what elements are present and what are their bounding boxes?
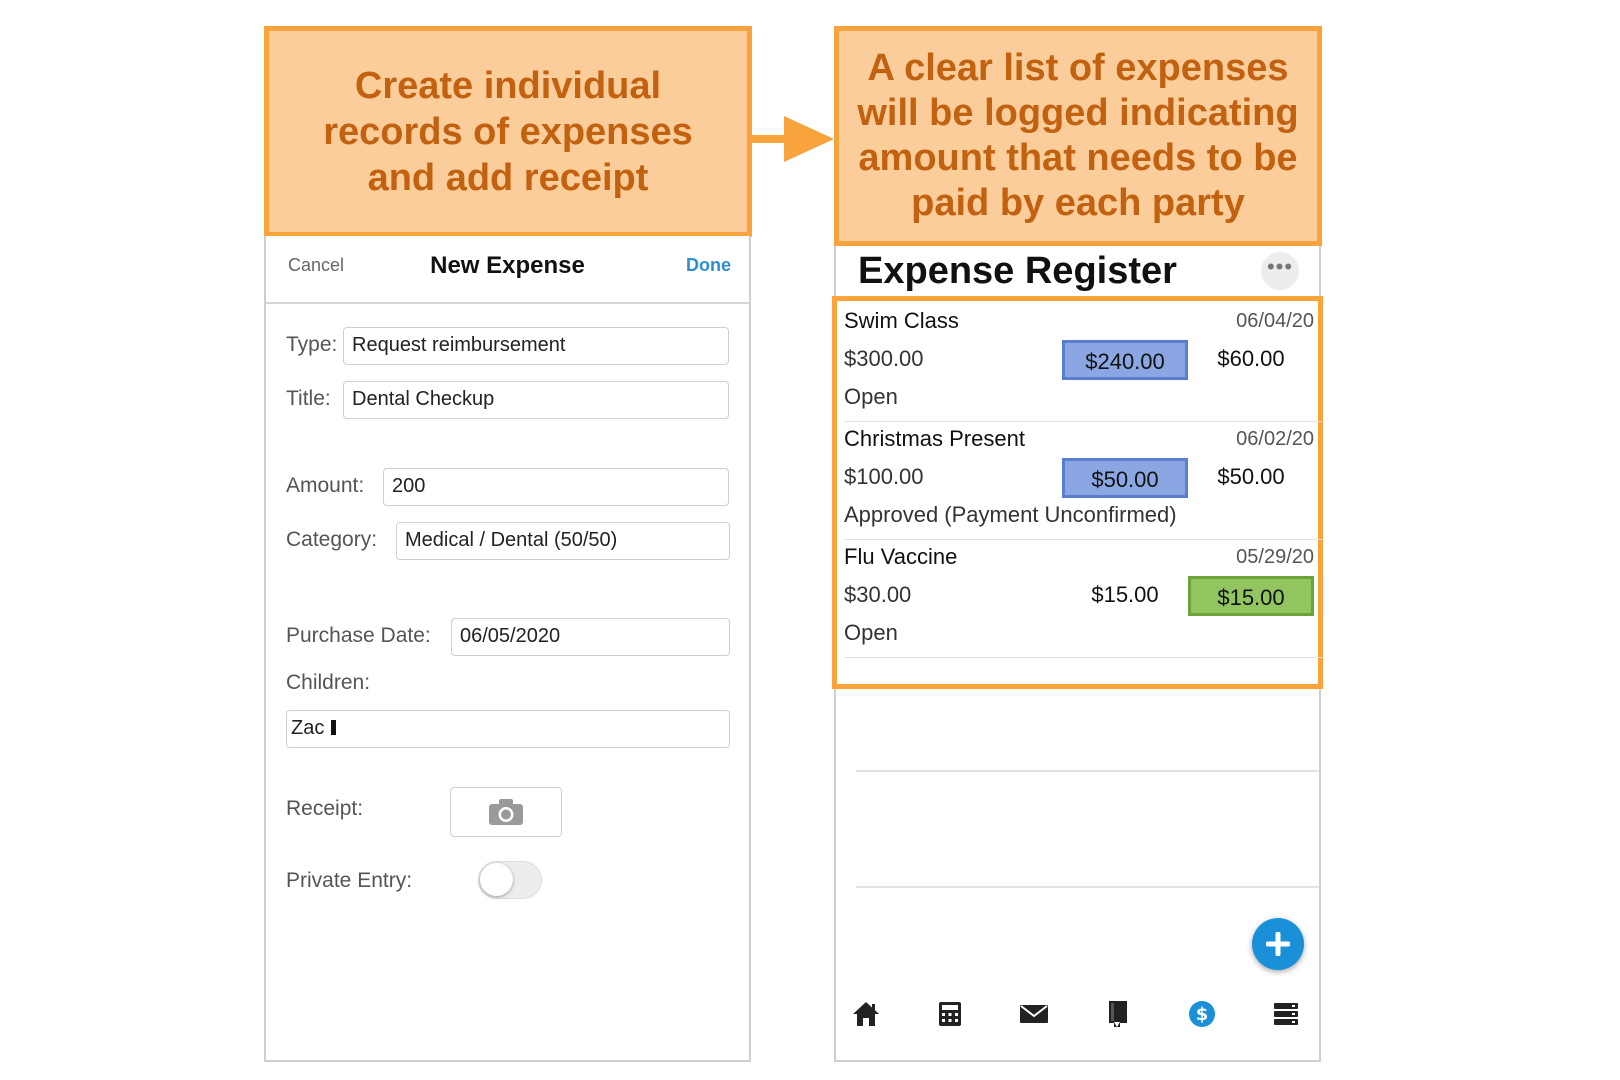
plus-icon xyxy=(1266,932,1290,956)
tab-journal[interactable] xyxy=(1102,998,1134,1030)
entry-status: Open xyxy=(844,384,898,409)
child-name: Zac xyxy=(291,717,325,739)
home-icon xyxy=(853,1002,879,1026)
arrow-right-icon xyxy=(750,116,834,162)
entry-share-a: $15.00 xyxy=(1091,582,1159,607)
tab-expenses[interactable]: $ xyxy=(1186,998,1218,1030)
tab-info-bank[interactable] xyxy=(1270,998,1302,1030)
add-expense-button[interactable] xyxy=(1252,918,1304,970)
entry-share-a: $50.00 xyxy=(1062,458,1188,498)
callout-text: Create individual records of expenses an… xyxy=(323,64,693,199)
calculator-icon xyxy=(939,1002,961,1026)
storage-icon xyxy=(1274,1003,1298,1025)
page-title: Expense Register xyxy=(858,250,1177,292)
done-button[interactable]: Done xyxy=(686,255,731,276)
callout-expense-list: A clear list of expenses will be logged … xyxy=(834,26,1322,246)
callout-create-records: Create individual records of expenses an… xyxy=(264,26,752,237)
callout-text: A clear list of expenses will be logged … xyxy=(857,47,1299,224)
category-select[interactable]: Medical / Dental (50/50) xyxy=(396,522,730,560)
amount-label: Amount: xyxy=(286,474,365,497)
amount-field[interactable]: 200 xyxy=(383,468,729,506)
entry-date: 06/02/20 xyxy=(1236,428,1314,450)
expense-register-screen: Expense Register ••• Swim Class 06/04/20… xyxy=(832,246,1323,1062)
entry-status: Approved (Payment Unconfirmed) xyxy=(844,502,1177,527)
entry-title: Swim Class xyxy=(844,308,959,333)
entry-amount: $100.00 xyxy=(844,464,924,489)
type-field[interactable]: Request reimbursement xyxy=(343,327,729,365)
purchase-date-field[interactable]: 06/05/2020 xyxy=(451,618,730,656)
private-entry-toggle[interactable] xyxy=(478,861,542,899)
entry-status: Open xyxy=(844,620,898,645)
children-field[interactable]: Zac xyxy=(286,710,730,748)
dollar-icon: $ xyxy=(1189,1001,1215,1027)
expense-entry-christmas-present[interactable]: Christmas Present 06/02/20 $100.00 $50.0… xyxy=(844,422,1322,540)
divider xyxy=(844,656,1322,658)
new-expense-screen: Cancel New Expense Done Type: Request re… xyxy=(264,236,751,1062)
nav-bar: Cancel New Expense Done xyxy=(266,236,749,304)
entry-share-b: $50.00 xyxy=(1217,464,1285,489)
receipt-label: Receipt: xyxy=(286,797,364,820)
children-label: Children: xyxy=(286,671,371,694)
entry-share-b: $15.00 xyxy=(1188,576,1314,616)
page-title: New Expense xyxy=(430,252,585,279)
expense-entry-swim-class[interactable]: Swim Class 06/04/20 $300.00 $240.00 $60.… xyxy=(844,304,1322,422)
category-label: Category: xyxy=(286,528,378,551)
empty-row-divider xyxy=(856,770,1319,772)
purchase-date-label: Purchase Date: xyxy=(286,624,431,647)
entry-date: 06/04/20 xyxy=(1236,310,1314,332)
title-label: Title: xyxy=(286,387,331,410)
entry-share-a: $240.00 xyxy=(1062,340,1188,380)
entry-title: Christmas Present xyxy=(844,426,1025,451)
more-options-button[interactable]: ••• xyxy=(1261,252,1299,290)
tab-home[interactable] xyxy=(850,998,882,1030)
svg-text:$: $ xyxy=(1196,1004,1209,1025)
tab-messages[interactable] xyxy=(1018,998,1050,1030)
entry-share-b: $60.00 xyxy=(1217,346,1285,371)
journal-icon xyxy=(1109,1001,1127,1027)
tab-bar: $ xyxy=(836,986,1319,1046)
expense-entry-flu-vaccine[interactable]: Flu Vaccine 05/29/20 $30.00 $15.00 $15.0… xyxy=(844,540,1322,658)
type-label: Type: xyxy=(286,333,338,356)
private-entry-label: Private Entry: xyxy=(286,869,413,892)
toggle-knob xyxy=(480,863,513,896)
title-field[interactable]: Dental Checkup xyxy=(343,381,729,419)
entry-date: 05/29/20 xyxy=(1236,546,1314,568)
entry-amount: $300.00 xyxy=(844,346,924,371)
redacted-mark xyxy=(331,720,337,735)
empty-row-divider xyxy=(856,886,1319,888)
camera-icon xyxy=(489,799,523,825)
mail-icon xyxy=(1020,1005,1048,1023)
entry-amount: $30.00 xyxy=(844,582,912,607)
add-receipt-button[interactable] xyxy=(450,787,562,837)
tab-calculator[interactable] xyxy=(934,998,966,1030)
entry-title: Flu Vaccine xyxy=(844,544,958,569)
